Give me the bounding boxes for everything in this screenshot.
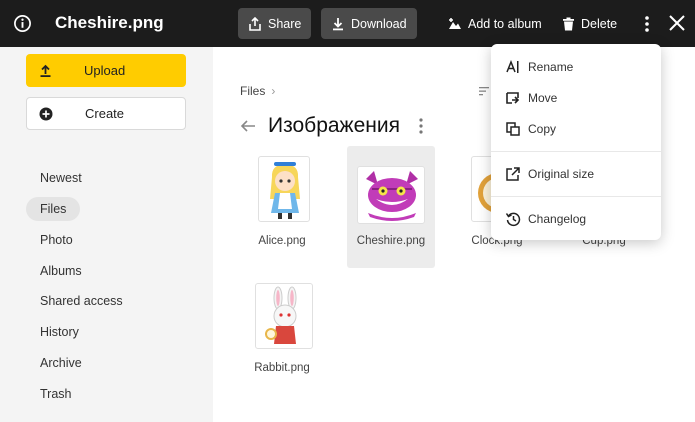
menu-label-copy: Copy bbox=[528, 122, 557, 136]
sidebar-item-trash[interactable]: Trash bbox=[26, 382, 86, 406]
delete-label: Delete bbox=[581, 16, 618, 31]
create-label: Create bbox=[85, 106, 125, 121]
file-name-cheshire: Cheshire.png bbox=[356, 235, 426, 247]
cheshire-image bbox=[366, 171, 418, 221]
plus-circle-icon bbox=[39, 107, 53, 121]
top-bar: Cheshire.png Share Download Add to album… bbox=[0, 0, 695, 47]
menu-separator bbox=[491, 196, 661, 197]
rabbit-image bbox=[265, 286, 297, 344]
copy-icon bbox=[506, 122, 520, 136]
upload-button[interactable]: Upload bbox=[26, 54, 186, 87]
menu-item-copy[interactable]: Copy bbox=[491, 116, 661, 142]
menu-item-move[interactable]: Move bbox=[491, 85, 661, 111]
upload-icon bbox=[40, 64, 51, 77]
menu-item-original-size[interactable]: Original size bbox=[491, 161, 661, 187]
menu-item-changelog[interactable]: Changelog bbox=[491, 206, 661, 232]
file-actions-menu: Rename Move Copy Original size Changelog bbox=[491, 44, 661, 240]
upload-label: Upload bbox=[84, 63, 126, 78]
close-icon[interactable] bbox=[667, 13, 687, 33]
sidebar-item-archive[interactable]: Archive bbox=[26, 351, 96, 375]
info-icon[interactable] bbox=[13, 14, 32, 33]
album-icon bbox=[449, 18, 461, 29]
file-title: Cheshire.png bbox=[55, 13, 164, 32]
sidebar-item-newest[interactable]: Newest bbox=[26, 166, 96, 190]
file-tile-alice[interactable]: Alice.png bbox=[238, 146, 326, 268]
more-vertical-icon[interactable] bbox=[640, 14, 654, 34]
download-icon bbox=[333, 17, 343, 30]
move-icon bbox=[506, 92, 520, 104]
file-name-rabbit: Rabbit.png bbox=[254, 362, 310, 374]
rabbit-thumbnail bbox=[255, 283, 313, 349]
add-to-album-button[interactable]: Add to album bbox=[448, 8, 542, 39]
alice-image bbox=[270, 162, 300, 219]
menu-label-original-size: Original size bbox=[528, 167, 595, 181]
add-to-album-label: Add to album bbox=[468, 16, 542, 31]
delete-button[interactable]: Delete bbox=[562, 8, 617, 39]
file-name-alice: Alice.png bbox=[258, 235, 306, 247]
sidebar-item-shared-access[interactable]: Shared access bbox=[26, 289, 137, 313]
breadcrumb-chevron: › bbox=[271, 84, 276, 98]
folder-title: Изображения bbox=[268, 114, 400, 137]
menu-label-move: Move bbox=[528, 91, 558, 105]
menu-item-rename[interactable]: Rename bbox=[491, 54, 661, 80]
menu-label-rename: Rename bbox=[528, 60, 574, 74]
menu-separator bbox=[491, 151, 661, 152]
sidebar-item-files[interactable]: Files bbox=[26, 197, 81, 221]
breadcrumb[interactable]: Files › bbox=[240, 84, 275, 98]
cheshire-thumbnail bbox=[357, 166, 425, 224]
history-icon bbox=[505, 212, 521, 227]
rename-icon bbox=[506, 59, 519, 73]
file-tile-cheshire[interactable]: Cheshire.png bbox=[347, 146, 435, 268]
share-icon bbox=[249, 16, 261, 31]
alice-thumbnail bbox=[258, 156, 310, 222]
share-label: Share bbox=[268, 16, 302, 31]
file-tile-rabbit[interactable]: Rabbit.png bbox=[238, 273, 326, 395]
download-button[interactable]: Download bbox=[321, 8, 417, 39]
back-arrow-icon[interactable] bbox=[240, 118, 256, 134]
create-button[interactable]: Create bbox=[26, 97, 186, 130]
breadcrumb-files[interactable]: Files bbox=[240, 84, 265, 98]
sort-icon[interactable] bbox=[479, 86, 489, 96]
sidebar-item-history[interactable]: History bbox=[26, 320, 93, 344]
folder-more-icon[interactable] bbox=[416, 117, 426, 135]
trash-icon bbox=[563, 17, 574, 30]
download-label: Download bbox=[351, 16, 407, 31]
menu-label-changelog: Changelog bbox=[528, 212, 587, 226]
sidebar-item-albums[interactable]: Albums bbox=[26, 259, 96, 283]
sidebar-item-photo[interactable]: Photo bbox=[26, 228, 87, 252]
external-link-icon bbox=[506, 167, 520, 181]
share-button[interactable]: Share bbox=[238, 8, 312, 39]
